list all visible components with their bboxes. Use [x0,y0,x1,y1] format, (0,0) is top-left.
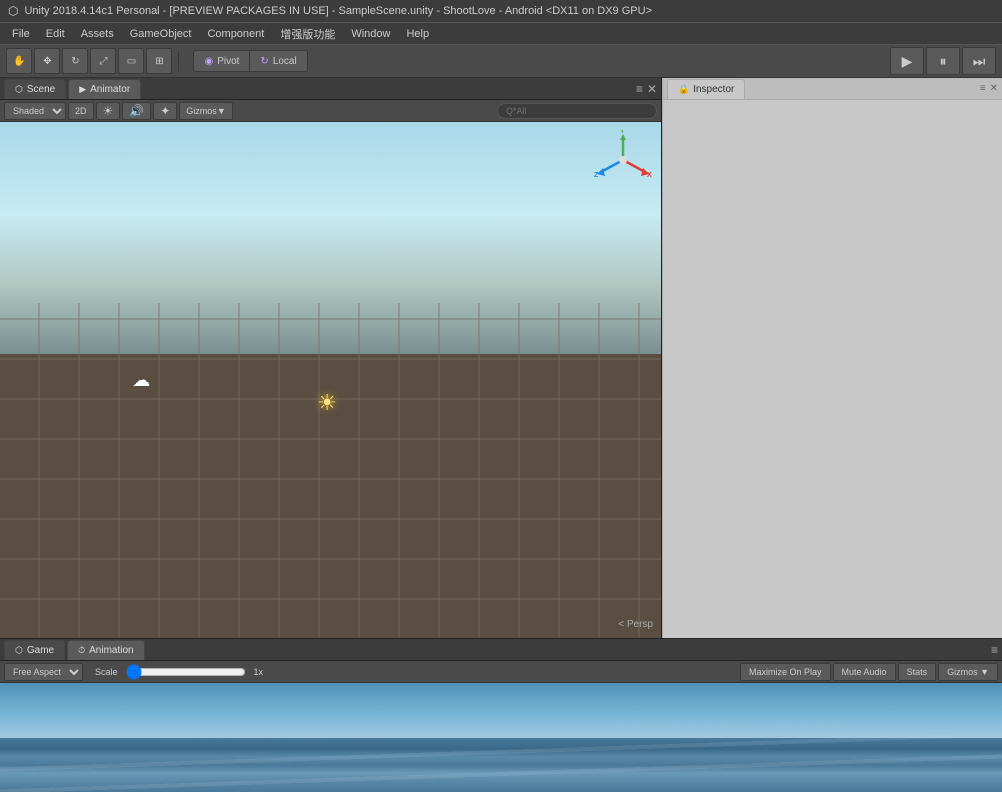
menu-gameobject[interactable]: GameObject [122,26,200,42]
upper-section: ⬡ Scene ▶ Animator ≡ ✕ Shaded 2D ☀ 🔊 [0,78,1002,638]
menu-enhanced[interactable]: 增强版功能 [272,24,343,44]
play-controls: ▶ ⏸ ⏭ [890,47,996,75]
scene-panel-close-icon[interactable]: ✕ [647,82,657,96]
title-bar: ⬡ Unity 2018.4.14c1 Personal - [PREVIEW … [0,0,1002,22]
hand-tool-button[interactable]: ✋ [6,48,32,74]
game-right-buttons: Maximize On Play Mute Audio Stats Gizmos… [740,663,998,681]
lower-tab-bar: ⬡ Game ⏱ Animation ≡ [0,639,1002,661]
svg-text:Z: Z [594,172,599,179]
scene-panel: ⬡ Scene ▶ Animator ≡ ✕ Shaded 2D ☀ 🔊 [0,78,662,638]
scene-viewport[interactable]: ☀ ☁ < Persp [0,122,661,638]
scene-toolbar: Shaded 2D ☀ 🔊 ✦ Gizmos ▼ [0,100,661,122]
inspector-lock-icon: 🔒 [678,84,689,95]
shading-select[interactable]: Shaded [4,102,66,120]
menu-file[interactable]: File [4,26,38,42]
pause-button[interactable]: ⏸ [926,47,960,75]
scene-gizmo: Y X Z [593,130,653,190]
scene-tab[interactable]: ⬡ Scene [4,79,66,99]
scene-fx-button[interactable]: ✦ [153,102,177,120]
2d-button[interactable]: 2D [68,102,94,120]
stats-button[interactable]: Stats [898,663,937,681]
inspector-close-icon[interactable]: ✕ [990,83,998,94]
game-toolbar: Free Aspect Scale 1x Maximize On Play Mu… [0,661,1002,683]
play-button[interactable]: ▶ [890,47,924,75]
local-button[interactable]: ↻ Local [249,50,307,72]
gizmos-game-button[interactable]: Gizmos ▼ [938,663,998,681]
toolbar-separator [178,51,179,71]
game-tab-label: Game [27,645,54,656]
inspector-tab[interactable]: 🔒 Inspector [667,79,745,99]
sun-object: ☀ [317,390,345,418]
game-tab-icon: ⬡ [15,645,23,656]
main-content: ⬡ Scene ▶ Animator ≡ ✕ Shaded 2D ☀ 🔊 [0,78,1002,792]
animator-tab-label: Animator [90,84,130,95]
menu-window[interactable]: Window [343,26,398,42]
mute-audio-button[interactable]: Mute Audio [833,663,896,681]
rotate-tool-button[interactable]: ↻ [62,48,88,74]
svg-text:X: X [647,172,652,179]
scene-panel-actions: ≡ ✕ [636,82,657,96]
scale-value: 1x [254,667,264,677]
main-toolbar: ✋ ✥ ↻ ⤢ ▭ ⊞ ◉ Pivot ↻ Local ▶ ⏸ ⏭ [0,44,1002,78]
maximize-on-play-button[interactable]: Maximize On Play [740,663,831,681]
scene-grid [0,303,661,638]
lower-panel-menu-icon[interactable]: ≡ [991,643,998,657]
inspector-actions: ≡ ✕ [980,83,998,94]
scene-tab-label: Scene [27,84,55,95]
menu-help[interactable]: Help [398,26,437,42]
menu-assets[interactable]: Assets [73,26,122,42]
animator-tab-icon: ▶ [79,84,86,95]
step-button[interactable]: ⏭ [962,47,996,75]
game-tab[interactable]: ⬡ Game [4,640,65,660]
perspective-label: < Persp [618,619,653,630]
animation-tab-icon: ⏱ [78,645,85,656]
inspector-menu-icon[interactable]: ≡ [980,83,986,94]
animation-tab[interactable]: ⏱ Animation [67,640,145,660]
scale-tool-button[interactable]: ⤢ [90,48,116,74]
animation-tab-label: Animation [89,645,133,656]
scene-search-input[interactable] [497,103,657,119]
gizmos-button[interactable]: Gizmos ▼ [179,102,232,120]
aspect-select[interactable]: Free Aspect [4,663,83,681]
scene-audio-button[interactable]: 🔊 [122,102,151,120]
scene-light-button[interactable]: ☀ [96,102,121,120]
rect-tool-button[interactable]: ▭ [118,48,144,74]
multi-tool-button[interactable]: ⊞ [146,48,172,74]
title-text: Unity 2018.4.14c1 Personal - [PREVIEW PA… [24,5,652,17]
unity-logo: ⬡ [8,4,18,18]
lower-panel-actions: ≡ [991,643,998,657]
animator-tab[interactable]: ▶ Animator [68,79,141,99]
game-viewport[interactable] [0,683,1002,792]
scale-slider[interactable] [126,664,246,680]
pivot-button[interactable]: ◉ Pivot [193,50,249,72]
inspector-tab-bar: 🔒 Inspector ≡ ✕ [663,78,1002,100]
cloud-object: ☁ [132,370,150,391]
menu-bar: File Edit Assets GameObject Component 增强… [0,22,1002,44]
inspector-tab-label: Inspector [693,84,734,95]
scene-tab-bar: ⬡ Scene ▶ Animator ≡ ✕ [0,78,661,100]
inspector-body [663,100,1002,638]
menu-component[interactable]: Component [199,26,272,42]
scale-label: Scale [95,667,118,677]
pivot-local-group: ◉ Pivot ↻ Local [193,50,307,72]
svg-text:Y: Y [620,130,625,135]
scene-tab-icon: ⬡ [15,84,23,95]
inspector-panel: 🔒 Inspector ≡ ✕ [662,78,1002,638]
scene-panel-menu-icon[interactable]: ≡ [636,82,643,96]
move-tool-button[interactable]: ✥ [34,48,60,74]
menu-edit[interactable]: Edit [38,26,73,42]
lower-section: ⬡ Game ⏱ Animation ≡ Free Aspect Scale 1… [0,638,1002,792]
